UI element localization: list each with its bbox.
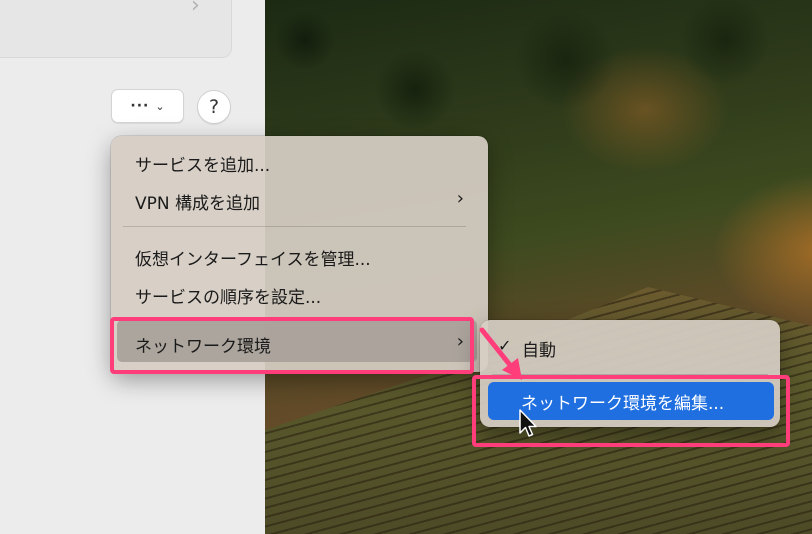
help-button[interactable]: ? [197,90,231,124]
chevron-right-icon: › [456,188,464,209]
menu-separator [123,226,466,227]
previous-item-row[interactable]: › [0,0,232,58]
chevron-right-icon: › [191,0,200,18]
menu-item-add-vpn[interactable]: VPN 構成を追加 [135,189,260,214]
chevron-down-icon: ⌄ [155,99,165,113]
menu-item-add-service[interactable]: サービスを追加... [135,151,270,176]
mouse-pointer-icon [519,409,537,437]
more-actions-button[interactable]: ··· ⌄ [111,89,184,123]
menu-item-set-service-order[interactable]: サービスの順序を設定... [135,283,321,308]
menu-item-manage-virtual-interfaces[interactable]: 仮想インターフェイスを管理... [135,245,371,270]
annotation-highlight-network-location [110,317,474,374]
ellipsis-icon: ··· [130,98,150,114]
annotation-arrow-icon [479,327,522,380]
